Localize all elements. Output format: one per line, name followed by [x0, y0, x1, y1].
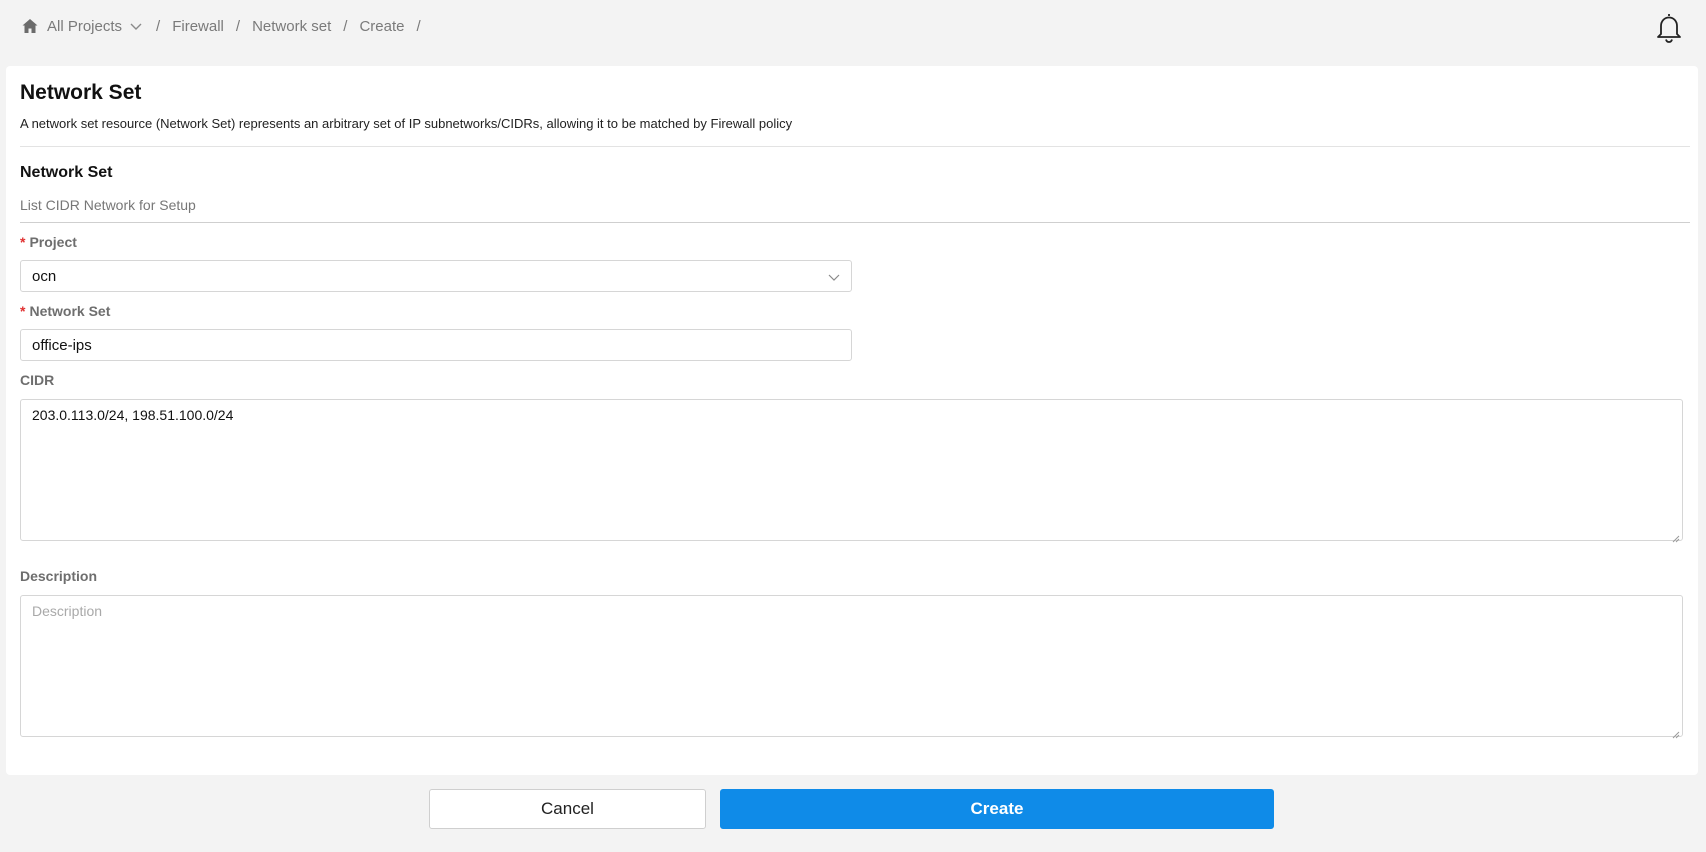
project-select-value: ocn [32, 267, 57, 285]
breadcrumb-item-firewall[interactable]: Firewall [172, 18, 224, 35]
breadcrumb-separator: / [416, 17, 421, 35]
divider [20, 146, 1690, 147]
cidr-textarea[interactable]: 203.0.113.0/24, 198.51.100.0/24 [20, 399, 1683, 543]
top-bar: All Projects / Firewall / Network set / … [0, 0, 1706, 56]
divider [20, 222, 1690, 223]
breadcrumb-separator: / [343, 17, 348, 35]
required-marker: * [20, 303, 26, 319]
project-select[interactable]: ocn [20, 260, 852, 292]
home-icon[interactable] [21, 17, 39, 35]
section-subtitle: List CIDR Network for Setup [20, 197, 196, 213]
network-set-input-value: office-ips [32, 336, 92, 354]
breadcrumb-separator: / [156, 17, 161, 35]
cidr-label: CIDR [20, 372, 55, 388]
description-placeholder: Description [32, 603, 103, 619]
create-button[interactable]: Create [720, 789, 1274, 829]
resize-grip-icon[interactable] [1672, 726, 1680, 739]
description-textarea[interactable]: Description [20, 595, 1683, 739]
network-set-label: * Network Set [20, 303, 111, 319]
cancel-button[interactable]: Cancel [429, 789, 706, 829]
cidr-textarea-value: 203.0.113.0/24, 198.51.100.0/24 [32, 407, 234, 423]
breadcrumb-item-all-projects[interactable]: All Projects [47, 18, 122, 35]
bell-icon[interactable] [1654, 12, 1684, 44]
project-label: * Project [20, 234, 77, 250]
form-card: Network Set A network set resource (Netw… [6, 66, 1698, 775]
breadcrumb-item-create: Create [359, 17, 405, 35]
page-description: A network set resource (Network Set) rep… [20, 116, 793, 131]
chevron-down-icon [827, 270, 841, 284]
breadcrumb-item-network-set[interactable]: Network set [252, 18, 331, 35]
breadcrumb-separator: / [235, 17, 241, 35]
resize-grip-icon[interactable] [1672, 530, 1680, 543]
network-set-input[interactable]: office-ips [20, 329, 852, 361]
description-label: Description [20, 568, 98, 584]
chevron-down-icon[interactable] [128, 18, 144, 34]
breadcrumb: All Projects / Firewall / Network set / … [21, 17, 433, 35]
required-marker: * [20, 234, 26, 250]
page-title: Network Set [20, 81, 142, 104]
section-title: Network Set [20, 164, 113, 181]
